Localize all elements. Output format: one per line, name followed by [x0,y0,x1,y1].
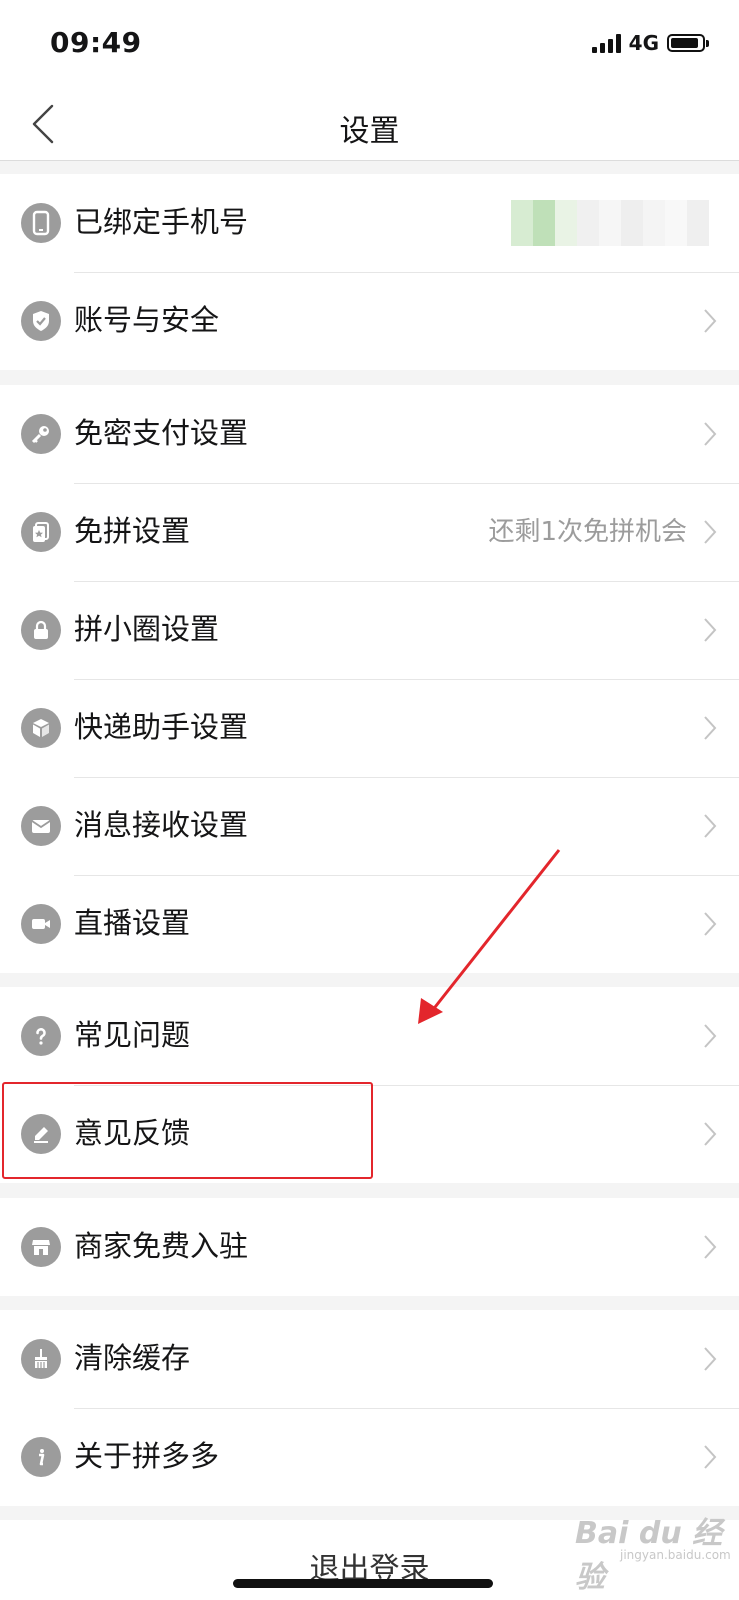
shield-check-icon [21,301,61,341]
info-icon [21,1437,61,1477]
chevron-right-icon [704,422,717,446]
row-label: 直播设置 [74,906,191,940]
row-delivery-assistant[interactable]: 快递助手设置 [0,679,739,777]
broom-icon [21,1339,61,1379]
nav-bar: 设置 [0,88,739,161]
mail-icon [21,806,61,846]
row-circle-settings[interactable]: 拼小圈设置 [0,581,739,679]
row-clear-cache[interactable]: 清除缓存 [0,1310,739,1408]
chevron-right-icon [704,814,717,838]
battery-icon [667,34,709,52]
chevron-right-icon [704,716,717,740]
row-free-group-settings[interactable]: 免拼设置 还剩1次免拼机会 [0,483,739,581]
row-label: 免拼设置 [74,514,191,548]
storefront-icon [21,1227,61,1267]
row-account-security[interactable]: 账号与安全 [0,272,739,370]
page-title: 设置 [339,114,400,149]
ticket-star-icon [21,512,61,552]
watermark-url: jingyan.baidu.com [620,1548,731,1562]
row-label: 关于拼多多 [74,1439,220,1473]
status-bar: 09:49 4G [0,0,739,88]
highlight-box [2,1082,373,1179]
row-label: 拼小圈设置 [74,612,220,646]
home-indicator [233,1579,493,1588]
question-icon [21,1016,61,1056]
row-password-free-pay[interactable]: 免密支付设置 [0,385,739,483]
settings-group-features: 免密支付设置 免拼设置 还剩1次免拼机会 拼小圈设置 快递助手设置 消息接收设置 [0,385,739,973]
row-label: 清除缓存 [74,1341,191,1375]
key-icon [21,414,61,454]
masked-phone-number [511,200,709,246]
chevron-right-icon [704,1445,717,1469]
phone-icon [21,203,61,243]
network-label: 4G [628,31,659,55]
row-label: 快递助手设置 [74,710,249,744]
row-message-settings[interactable]: 消息接收设置 [0,777,739,875]
status-time: 09:49 [50,26,142,59]
chevron-right-icon [704,520,717,544]
lock-icon [21,610,61,650]
status-icons: 4G [591,30,709,56]
chevron-right-icon [704,618,717,642]
signal-icon [591,33,621,53]
settings-group-account: 已绑定手机号 账号与安全 [0,174,739,370]
row-merchant-signup[interactable]: 商家免费入驻 [0,1198,739,1296]
package-icon [21,708,61,748]
chevron-right-icon [704,1235,717,1259]
free-group-remaining: 还剩1次免拼机会 [488,517,687,547]
chevron-right-icon [704,912,717,936]
row-label: 消息接收设置 [74,808,249,842]
row-live-settings[interactable]: 直播设置 [0,875,739,973]
row-faq[interactable]: 常见问题 [0,987,739,1085]
row-label: 免密支付设置 [74,416,249,450]
chevron-right-icon [704,1122,717,1146]
chevron-right-icon [704,309,717,333]
row-about[interactable]: 关于拼多多 [0,1408,739,1506]
row-label: 常见问题 [74,1018,191,1052]
row-label: 已绑定手机号 [74,205,249,239]
row-label: 账号与安全 [74,303,220,337]
settings-group-app: 清除缓存 关于拼多多 [0,1310,739,1506]
row-label: 商家免费入驻 [74,1229,249,1263]
video-camera-icon [21,904,61,944]
chevron-right-icon [704,1024,717,1048]
settings-group-merchant: 商家免费入驻 [0,1198,739,1296]
chevron-right-icon [704,1347,717,1371]
row-bound-phone[interactable]: 已绑定手机号 [0,174,739,272]
